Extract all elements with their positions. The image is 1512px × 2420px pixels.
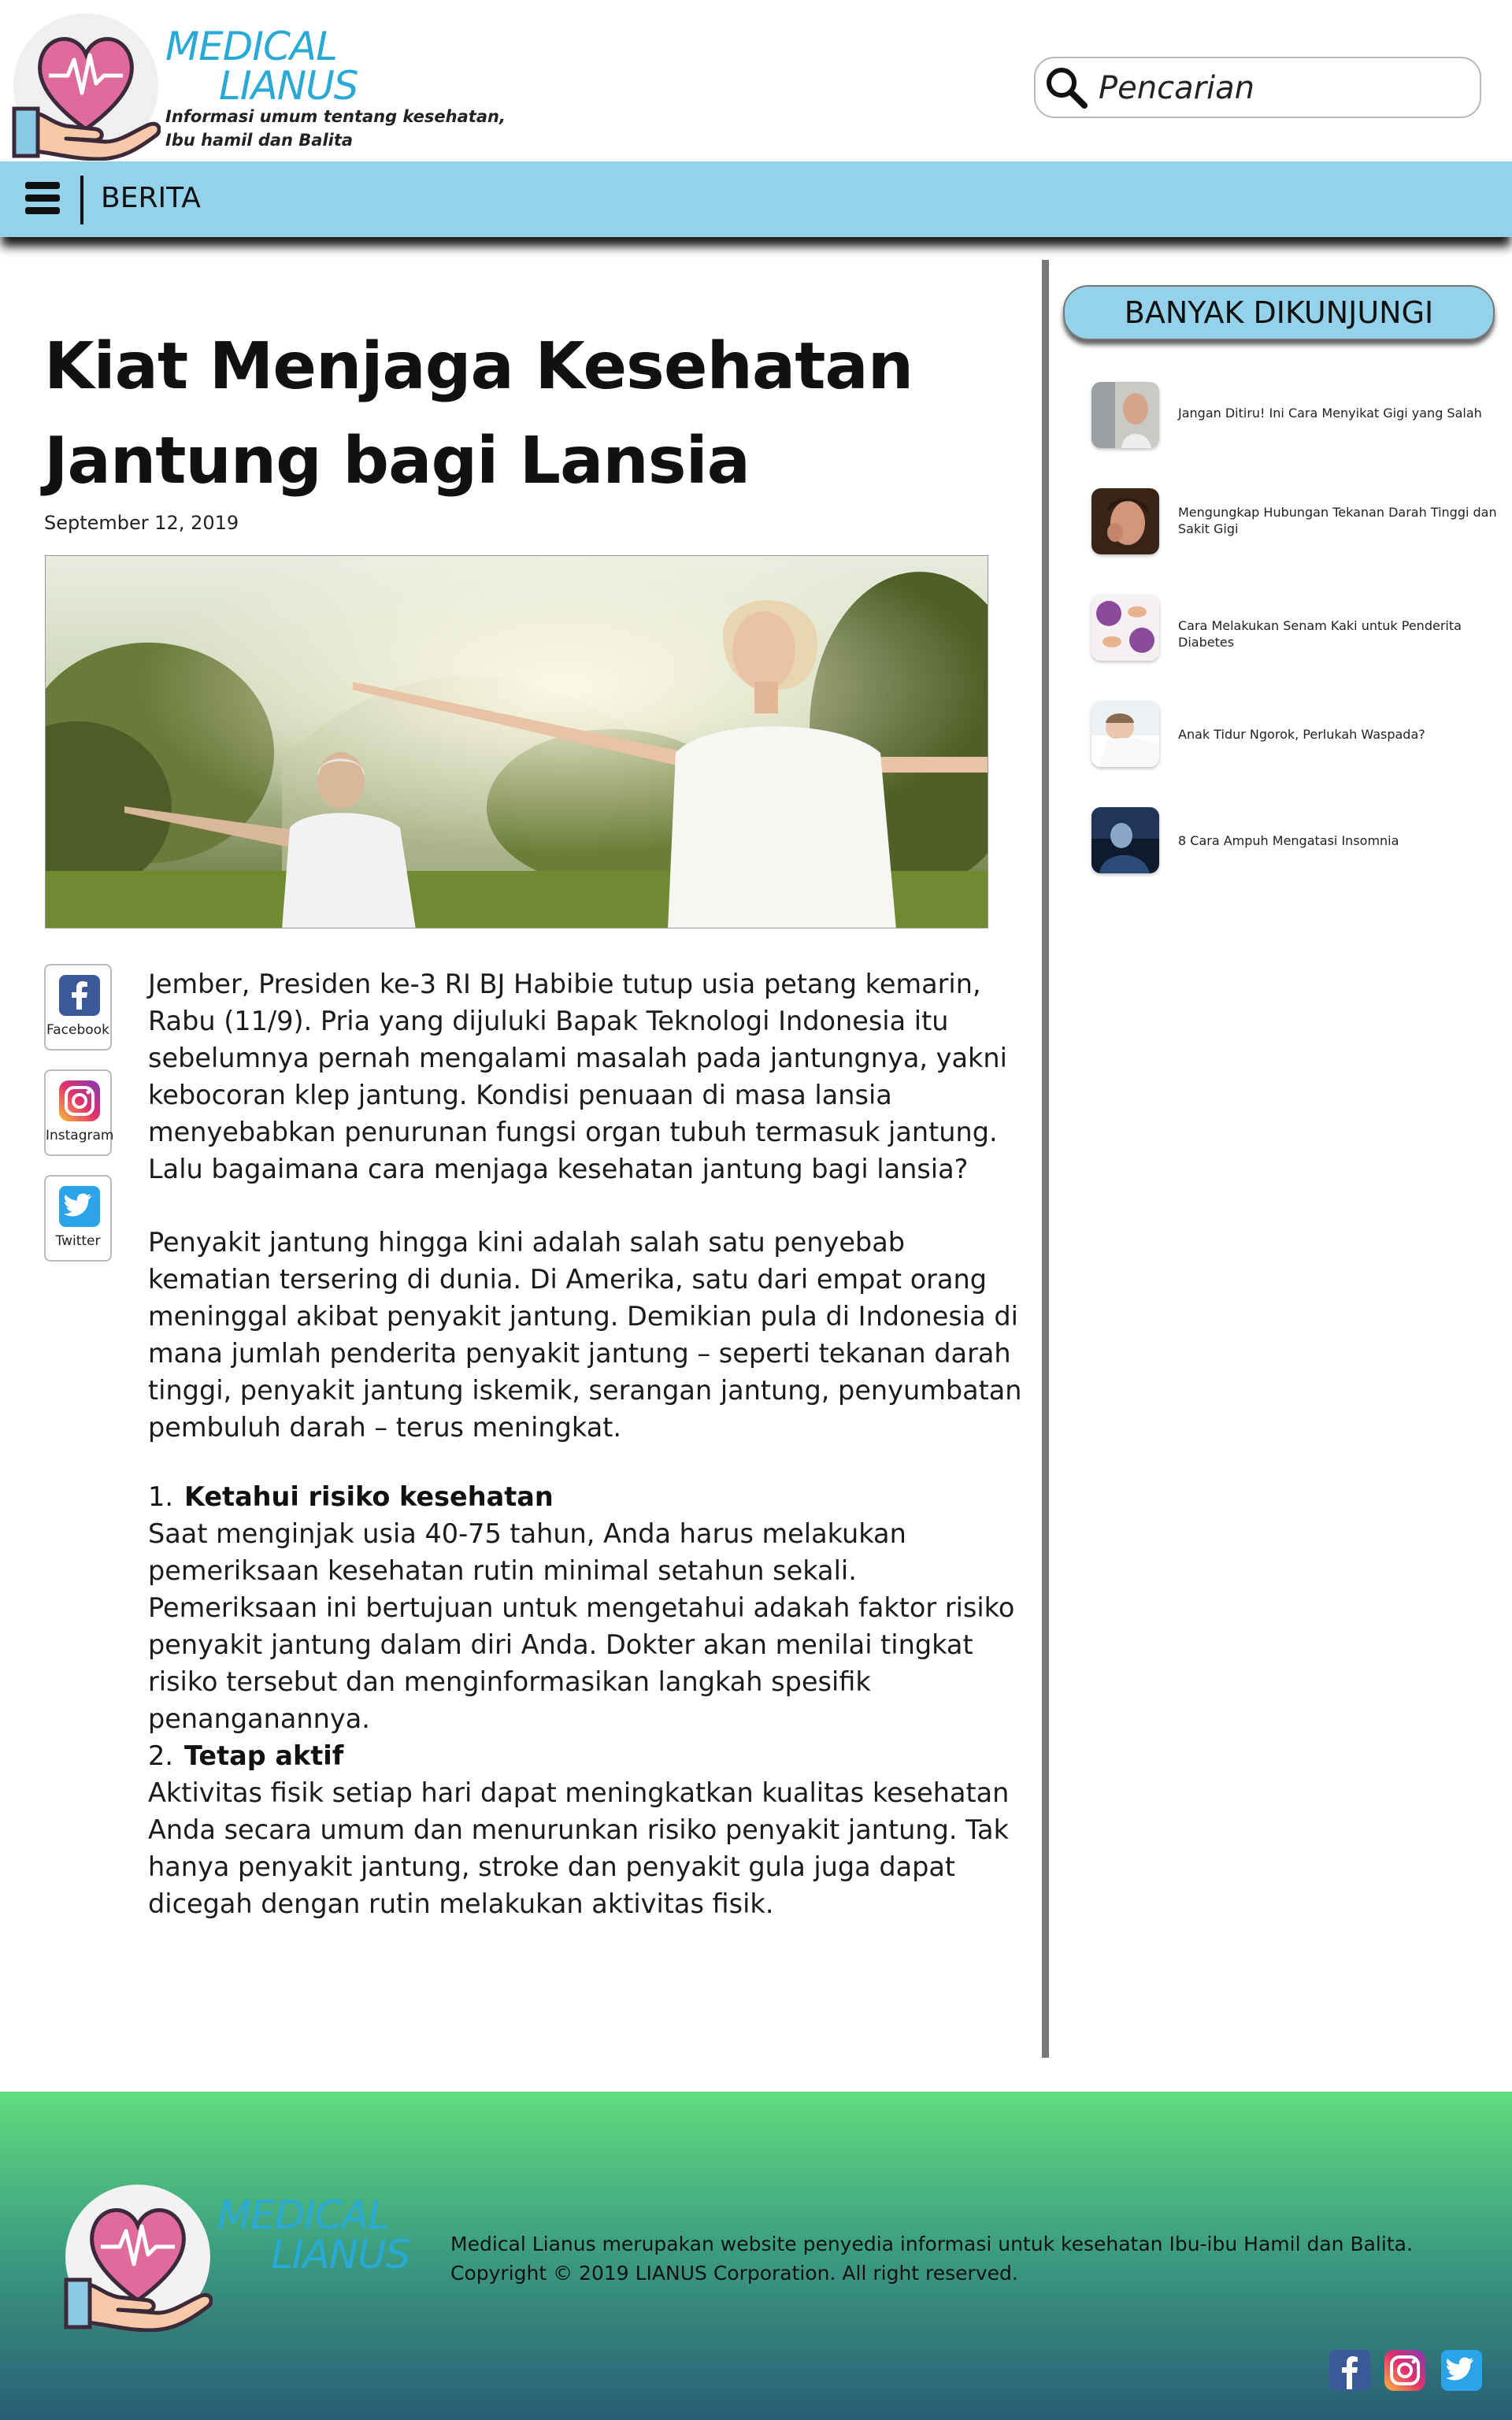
hamburger-icon[interactable] [25, 182, 60, 217]
footer-logo[interactable] [63, 2182, 213, 2333]
article-paragraph-1: Jember, Presiden ke-3 RI BJ Habibie tutu… [148, 965, 1030, 1188]
instagram-icon[interactable] [1384, 2350, 1425, 2391]
section-text-1: Saat menginjak usia 40-75 tahun, Anda ha… [148, 1515, 1030, 1737]
popular-item[interactable]: Jangan Ditiru! Ini Cara Menyikat Gigi ya… [1091, 382, 1501, 448]
twitter-icon[interactable] [1441, 2350, 1482, 2391]
section-number: 1. [148, 1481, 173, 1512]
footer-about-text: Medical Lianus merupakan website penyedi… [450, 2233, 1413, 2255]
footer-brand-line2: LIANUS [271, 2232, 411, 2277]
share-label: Twitter [55, 1233, 101, 1249]
facebook-icon [59, 975, 100, 1016]
popular-thumbnail [1091, 382, 1159, 448]
share-twitter-button[interactable]: Twitter [44, 1175, 112, 1262]
popular-thumbnail [1091, 701, 1159, 767]
popular-thumbnail [1091, 488, 1159, 554]
popular-item-title: 8 Cara Ampuh Mengatasi Insomnia [1178, 833, 1399, 848]
popular-item[interactable]: Mengungkap Hubungan Tekanan Darah Tinggi… [1091, 488, 1501, 554]
footer-description: Medical Lianus merupakan website penyedi… [450, 2229, 1413, 2288]
seniors-exercising-photo [46, 556, 988, 928]
site-logo[interactable] [11, 11, 161, 161]
brand-tagline-line1: Informasi umum tentang kesehatan, [165, 107, 506, 126]
instagram-icon [59, 1080, 100, 1121]
content-divider [1042, 260, 1049, 2058]
share-label: Instagram [46, 1128, 114, 1143]
popular-thumbnail [1091, 807, 1159, 873]
share-label: Facebook [46, 1022, 109, 1038]
paragraph-text: Penyakit jantung hingga kini adalah sala… [148, 1227, 1022, 1443]
popular-item[interactable]: Anak Tidur Ngorok, Perlukah Waspada? [1091, 701, 1501, 767]
popular-thumbnail [1091, 595, 1159, 661]
popular-item-title: Anak Tidur Ngorok, Perlukah Waspada? [1178, 727, 1425, 742]
article-title-line2: Jantung bagi Lansia [44, 424, 750, 498]
section-text-2: Aktivitas fisik setiap hari dapat mening… [148, 1774, 1030, 1922]
article-paragraph-2: Penyakit jantung hingga kini adalah sala… [148, 1224, 1030, 1446]
popular-item-title: Cara Melakukan Senam Kaki untuk Penderit… [1178, 618, 1462, 650]
article-hero-image [45, 555, 988, 928]
facebook-icon[interactable] [1329, 2350, 1370, 2391]
brand-name-line2: LIANUS [219, 63, 359, 109]
section-heading-2: 2. Tetap aktif [148, 1737, 343, 1774]
section-heading-text: Tetap aktif [183, 1740, 344, 1771]
popular-item[interactable]: Cara Melakukan Senam Kaki untuk Penderit… [1091, 595, 1501, 661]
paragraph-text: Saat menginjak usia 40-75 tahun, Anda ha… [148, 1518, 1015, 1734]
popular-item-title: Jangan Ditiru! Ini Cara Menyikat Gigi ya… [1178, 406, 1482, 421]
site-header: MEDICAL LIANUS Informasi umum tentang ke… [0, 0, 1512, 161]
search-icon[interactable] [1043, 65, 1089, 110]
section-heading-text: Ketahui risiko kesehatan [183, 1481, 554, 1512]
share-instagram-button[interactable]: Instagram [44, 1069, 114, 1156]
heart-hand-logo-icon [64, 2185, 213, 2333]
section-number: 2. [148, 1740, 173, 1771]
nav-bar: BERITA [0, 161, 1512, 237]
popular-heading-button[interactable]: BANYAK DIKUNJUNGI [1063, 285, 1495, 340]
search-input[interactable] [1099, 66, 1469, 110]
site-footer: MEDICAL LIANUS Medical Lianus merupakan … [0, 2092, 1512, 2420]
section-heading-1: 1. Ketahui risiko kesehatan [148, 1478, 554, 1515]
search-box [1034, 57, 1481, 118]
nav-divider [80, 176, 83, 224]
brand-tagline-line2: Ibu hamil dan Balita [165, 131, 354, 150]
paragraph-text: Jember, Presiden ke-3 RI BJ Habibie tutu… [148, 969, 1007, 1184]
article-date: September 12, 2019 [44, 512, 239, 534]
popular-item-title: Mengungkap Hubungan Tekanan Darah Tinggi… [1178, 505, 1497, 536]
nav-link-berita[interactable]: BERITA [101, 182, 201, 214]
popular-item[interactable]: 8 Cara Ampuh Mengatasi Insomnia [1091, 807, 1501, 873]
twitter-icon [59, 1186, 100, 1227]
paragraph-text: Aktivitas fisik setiap hari dapat mening… [148, 1777, 1010, 1919]
footer-copyright: Copyright © 2019 LIANUS Corporation. All… [450, 2262, 1018, 2285]
share-facebook-button[interactable]: Facebook [44, 964, 112, 1051]
heart-hand-logo-icon [12, 13, 161, 161]
article-title-line1: Kiat Menjaga Kesehatan [44, 329, 914, 404]
